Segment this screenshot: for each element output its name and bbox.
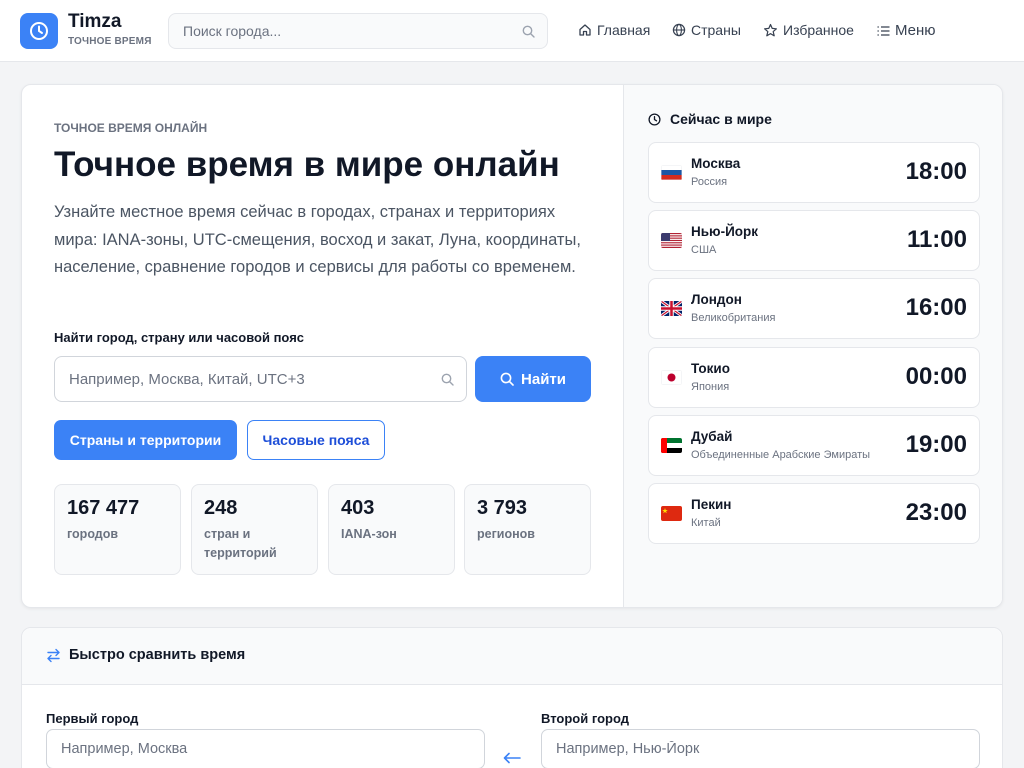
search-icon[interactable] bbox=[522, 25, 535, 38]
site-header: Timza ТОЧНОЕ ВРЕМЯ Главная Страны Избран… bbox=[0, 0, 1024, 62]
city-card-dubai[interactable]: Дубай Объединенные Арабские Эмираты 19:0… bbox=[648, 415, 980, 476]
hero-eyebrow: ТОЧНОЕ ВРЕМЯ ОНЛАЙН bbox=[54, 121, 208, 135]
menu-icon bbox=[877, 25, 890, 36]
globe-icon bbox=[672, 23, 686, 37]
compare-title: Быстро сравнить время bbox=[46, 647, 245, 663]
star-icon bbox=[764, 23, 777, 36]
stat-value: 403 bbox=[341, 497, 375, 519]
compare-title-label: Быстро сравнить время bbox=[69, 647, 246, 663]
stat-iana-zones: 403 IANA-зон bbox=[328, 484, 455, 575]
city-card-beijing[interactable]: Пекин Китай 23:00 bbox=[648, 483, 980, 544]
clock-icon bbox=[648, 112, 661, 126]
hero-description: Узнайте местное время сейчас в городах, … bbox=[54, 203, 581, 276]
second-city-input[interactable] bbox=[542, 730, 979, 768]
second-city-label: Второй город bbox=[541, 711, 629, 726]
compare-header: Быстро сравнить время bbox=[22, 628, 1002, 685]
city-name: Нью-Йорк bbox=[691, 224, 759, 239]
swap-arrows-icon bbox=[47, 648, 60, 662]
flag-us-icon bbox=[661, 233, 682, 248]
nav-favorites-label: Избранное bbox=[783, 22, 854, 38]
stat-label: IANA-зон bbox=[341, 527, 397, 541]
brand-name[interactable]: Timza bbox=[68, 11, 122, 33]
stat-value: 3 793 bbox=[477, 497, 528, 519]
nav-home-label: Главная bbox=[597, 22, 651, 38]
city-time: 23:00 bbox=[905, 499, 967, 526]
flag-ae-icon bbox=[661, 438, 682, 453]
city-country: Великобритания bbox=[691, 312, 776, 324]
second-city-field bbox=[541, 729, 980, 768]
city-name: Москва bbox=[691, 156, 741, 171]
find-input[interactable] bbox=[55, 357, 466, 401]
nav-countries[interactable]: Страны bbox=[672, 22, 741, 38]
world-title-label: Сейчас в мире bbox=[670, 111, 772, 127]
city-country: США bbox=[691, 244, 717, 256]
flag-gb-icon bbox=[661, 301, 682, 316]
nav-menu-label: Меню bbox=[895, 22, 936, 39]
world-time-panel: Сейчас в мире Москва Россия 18:00 Нью-Йо… bbox=[623, 85, 1002, 607]
logo[interactable] bbox=[20, 13, 58, 49]
hero-card: ТОЧНОЕ ВРЕМЯ ОНЛАЙН Точное время в мире … bbox=[21, 84, 1003, 608]
home-icon bbox=[579, 24, 591, 36]
city-country: Россия bbox=[691, 176, 728, 188]
city-country: Объединенные Арабские Эмираты bbox=[691, 449, 871, 461]
flag-ru-icon bbox=[661, 165, 682, 180]
nav-menu[interactable]: Меню bbox=[877, 22, 936, 39]
city-time: 11:00 bbox=[906, 226, 967, 253]
stat-label: регионов bbox=[477, 527, 535, 541]
city-card-tokyo[interactable]: Токио Япония 00:00 bbox=[648, 347, 980, 408]
header-search-input[interactable] bbox=[169, 14, 547, 48]
world-title: Сейчас в мире bbox=[648, 111, 772, 127]
stat-regions: 3 793 регионов bbox=[464, 484, 591, 575]
nav-countries-label: Страны bbox=[691, 22, 741, 38]
city-time: 18:00 bbox=[905, 158, 967, 185]
header-search bbox=[168, 13, 548, 49]
brand-tagline: ТОЧНОЕ ВРЕМЯ bbox=[68, 36, 152, 47]
city-name: Пекин bbox=[691, 497, 732, 512]
stat-cities: 167 477 городов bbox=[54, 484, 181, 575]
nav-home[interactable]: Главная bbox=[578, 22, 650, 38]
city-time: 19:00 bbox=[905, 431, 967, 458]
city-card-london[interactable]: Лондон Великобритания 16:00 bbox=[648, 278, 980, 339]
stat-label: городов bbox=[67, 527, 119, 541]
stat-value: 167 477 bbox=[67, 497, 140, 519]
countries-button[interactable]: Страны и территории bbox=[54, 420, 237, 460]
city-card-moscow[interactable]: Москва Россия 18:00 bbox=[648, 142, 980, 203]
city-country: Китай bbox=[691, 517, 721, 529]
find-label: Найти город, страну или часовой пояс bbox=[54, 330, 305, 345]
stat-value: 248 bbox=[204, 497, 238, 519]
flag-cn-icon bbox=[661, 506, 682, 521]
stat-label: стран и территорий bbox=[204, 527, 277, 560]
timezones-button[interactable]: Часовые пояса bbox=[247, 420, 385, 460]
first-city-label: Первый город bbox=[46, 711, 139, 726]
nav-favorites[interactable]: Избранное bbox=[763, 22, 854, 38]
city-name: Дубай bbox=[691, 429, 733, 444]
clock-icon bbox=[30, 22, 48, 40]
find-field bbox=[54, 356, 467, 402]
compare-card: Быстро сравнить время Первый город Второ… bbox=[21, 627, 1003, 768]
city-time: 00:00 bbox=[905, 363, 967, 390]
search-icon bbox=[441, 373, 454, 386]
find-button-label: Найти bbox=[521, 370, 566, 388]
first-city-input[interactable] bbox=[47, 730, 484, 768]
swap-cities-icon[interactable] bbox=[502, 752, 522, 764]
stat-countries: 248 стран и территорий bbox=[191, 484, 318, 575]
find-button[interactable]: Найти bbox=[475, 356, 591, 402]
flag-jp-icon bbox=[661, 370, 682, 385]
city-time: 16:00 bbox=[905, 294, 967, 321]
first-city-field bbox=[46, 729, 485, 768]
city-card-new-york[interactable]: Нью-Йорк США 11:00 bbox=[648, 210, 980, 271]
page-title: Точное время в мире онлайн bbox=[54, 145, 560, 184]
search-icon bbox=[500, 372, 514, 386]
city-country: Япония bbox=[691, 381, 730, 393]
city-name: Токио bbox=[691, 361, 730, 376]
city-name: Лондон bbox=[691, 292, 742, 307]
